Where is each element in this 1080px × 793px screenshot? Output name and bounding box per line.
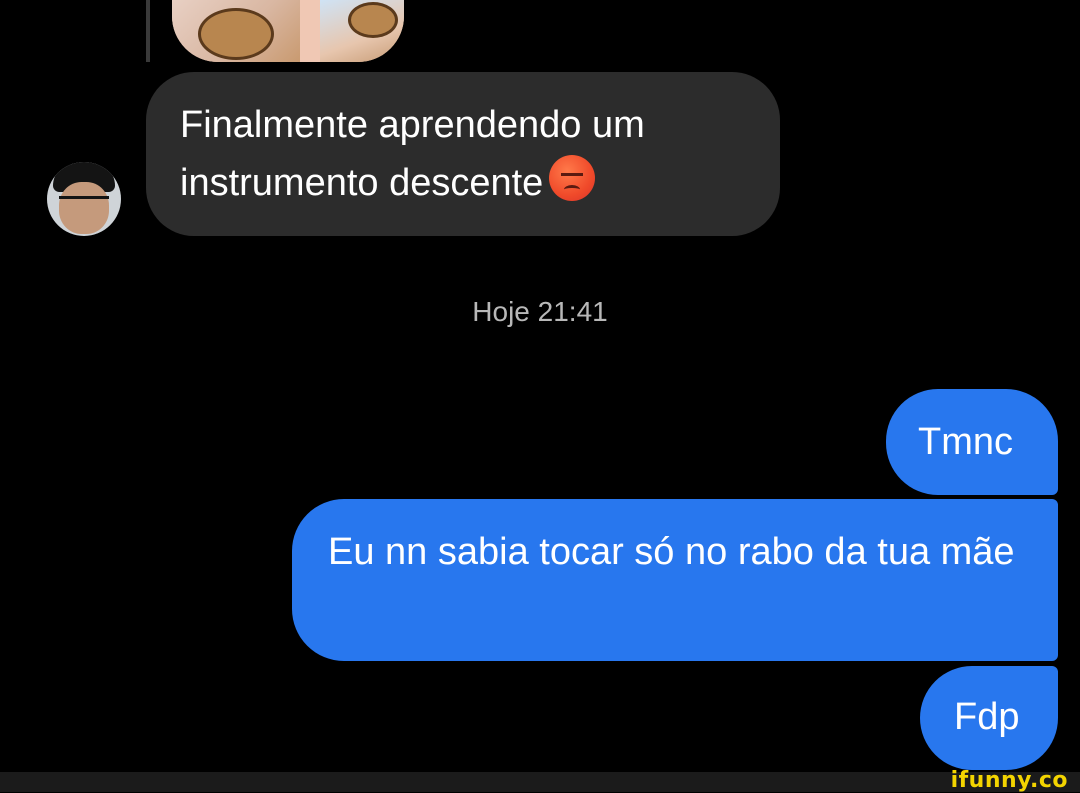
outgoing-message-text: Fdp [954,696,1020,738]
photo-thumbnail[interactable] [320,0,404,62]
outgoing-message-text: Tmnc [918,421,1013,463]
message-timestamp: Hoje 21:41 [472,296,608,327]
bottom-bar [0,772,1080,792]
shared-photos-preview[interactable] [172,0,404,62]
guitar-image [348,2,398,38]
outgoing-message-bubble[interactable]: Fdp [920,666,1058,770]
outgoing-message-text: Eu nn sabia tocar só no rabo da tua mãe [328,531,1015,573]
photo-thumbnail[interactable] [172,0,300,62]
outgoing-message-bubble[interactable]: Eu nn sabia tocar só no rabo da tua mãe [292,499,1058,661]
avatar-glasses [59,196,109,211]
contact-avatar[interactable] [47,162,121,236]
guitar-image [198,8,274,60]
outgoing-message-bubble[interactable]: Tmnc [886,389,1058,495]
incoming-message-bubble[interactable]: Finalmente aprendendo um instrumento des… [146,72,780,236]
reply-indicator-line [146,0,150,62]
ifunny-watermark: ifunny.co [950,768,1068,793]
angry-face-icon [549,155,596,201]
